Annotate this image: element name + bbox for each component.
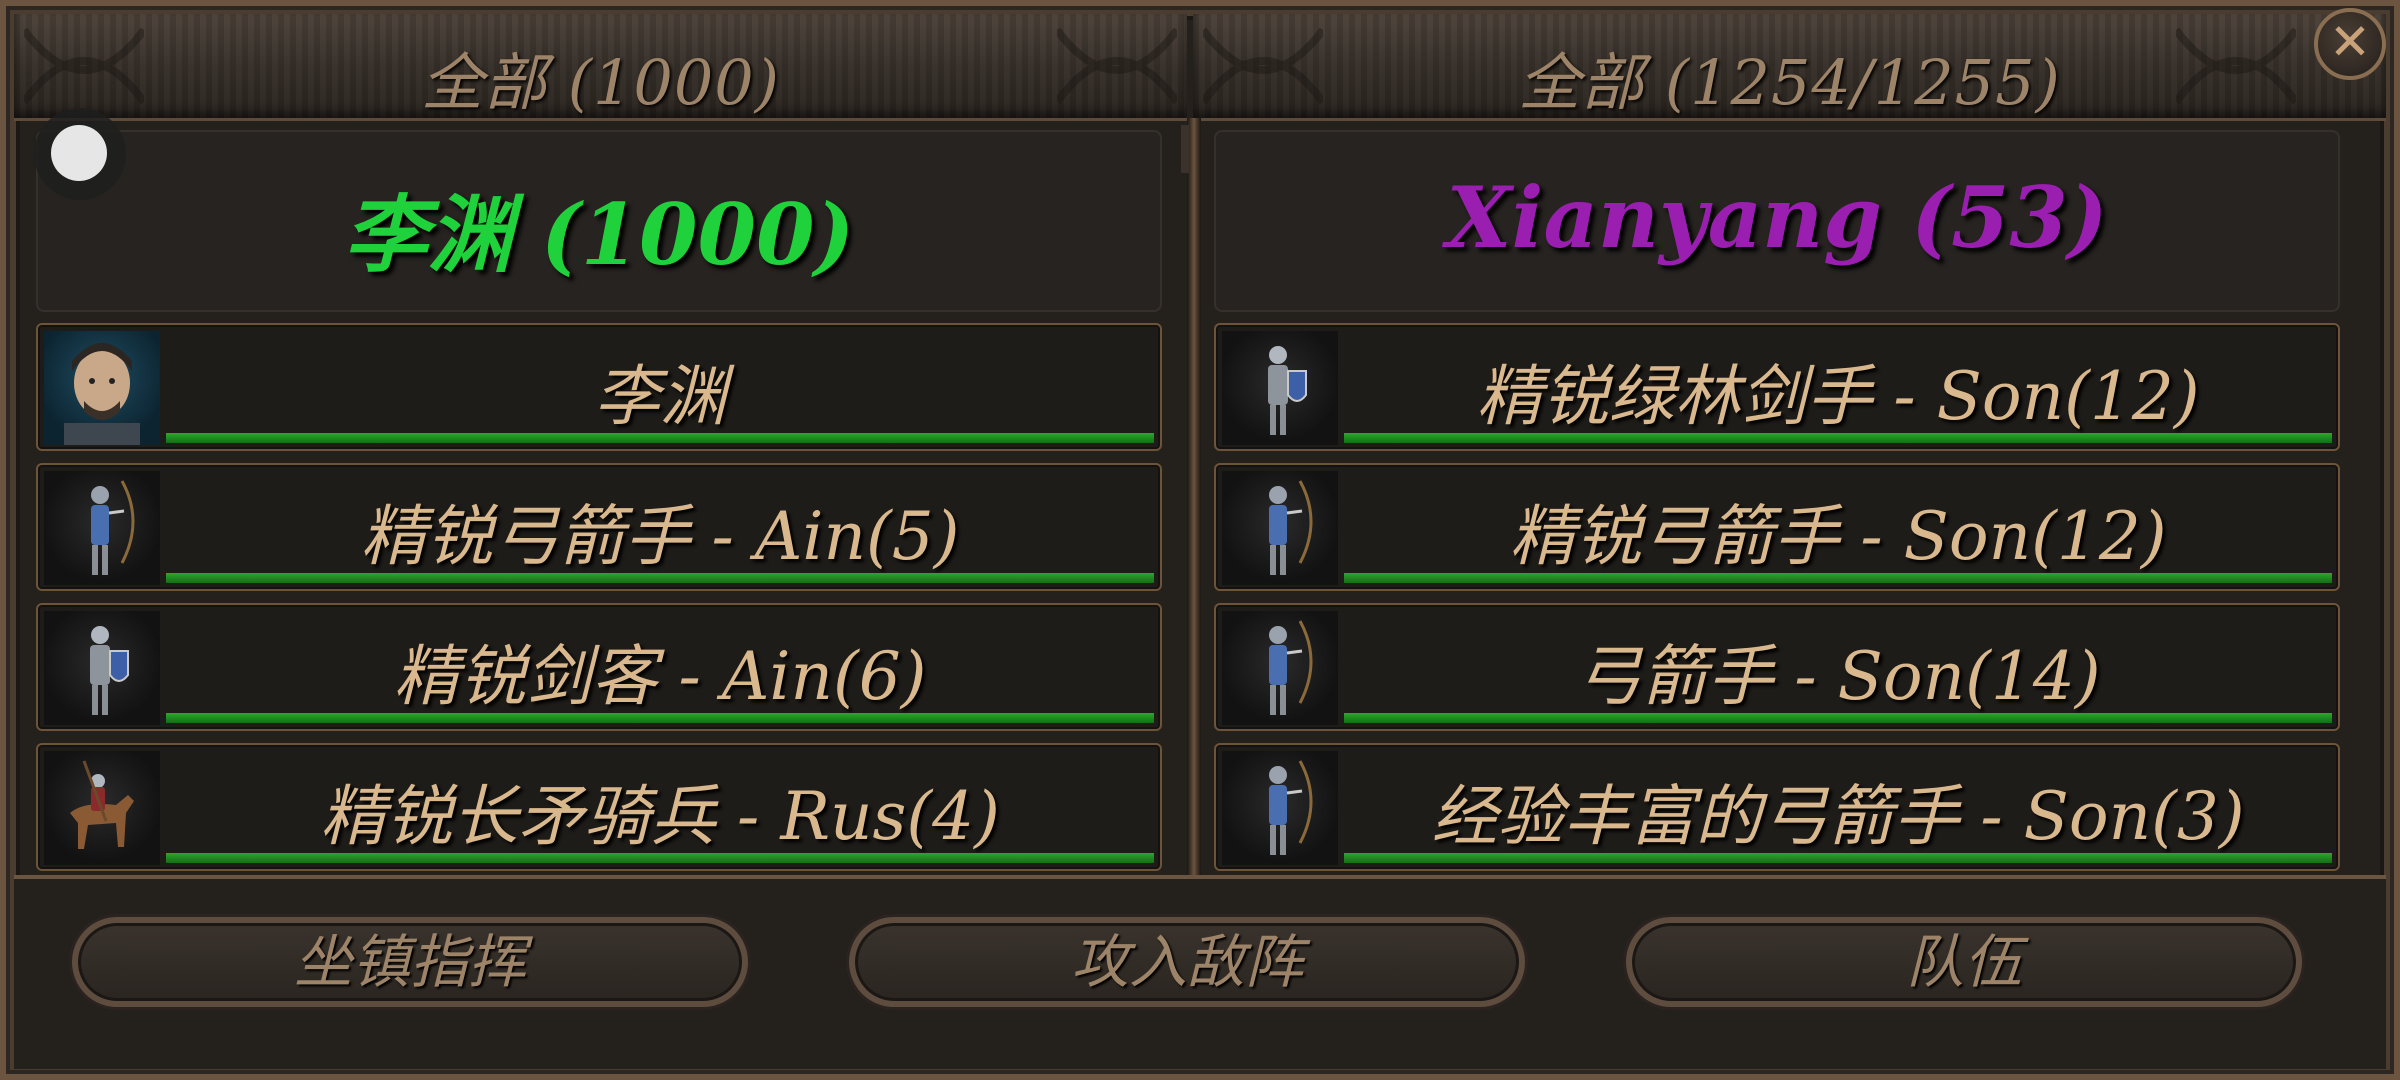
archer-icon (1222, 751, 1338, 865)
column-divider (1187, 118, 1201, 875)
unit-row[interactable]: 经验丰富的弓箭手 - Son(3) (1214, 743, 2340, 871)
health-bar (166, 853, 1154, 863)
right-army-panel: Xianyang (53) 精锐绿林剑手 - Son(12) 精锐弓箭手 - S… (1214, 130, 2340, 875)
health-bar (1344, 433, 2332, 443)
left-army-panel: 李渊 (1000) 李渊 精锐弓箭手 - Ain(5) 精锐剑客 - Ain(6… (36, 130, 1162, 875)
touch-indicator (34, 108, 126, 200)
health-bar (166, 713, 1154, 723)
unit-label: 经验丰富的弓箭手 - Son(3) (1431, 778, 2245, 855)
party-button[interactable]: 队伍 (1626, 917, 2302, 1007)
health-bar (1344, 853, 2332, 863)
close-icon: ✕ (2329, 13, 2371, 71)
scrollbar[interactable] (1181, 125, 1189, 173)
unit-label: 精锐弓箭手 - Son(12) (1509, 498, 2167, 575)
right-commander-name: Xianyang (53) (1446, 168, 2108, 267)
unit-label: 精锐弓箭手 - Ain(5) (360, 498, 960, 575)
lancer-icon (44, 751, 160, 865)
archer-icon (44, 471, 160, 585)
right-commander-box[interactable]: Xianyang (53) (1214, 130, 2340, 312)
left-header-bar: 全部 (1000) (14, 14, 1187, 121)
archer-icon (1222, 471, 1338, 585)
hold-command-button[interactable]: 坐镇指挥 (72, 917, 748, 1007)
hero-portrait-icon (44, 331, 160, 445)
close-button[interactable]: ✕ (2314, 8, 2386, 80)
action-bar: 坐镇指挥 攻入敌阵 队伍 (14, 875, 2386, 1069)
unit-row[interactable]: 精锐长矛骑兵 - Rus(4) (36, 743, 1162, 871)
archer-icon (1222, 611, 1338, 725)
attack-enemy-button[interactable]: 攻入敌阵 (849, 917, 1525, 1007)
health-bar (1344, 573, 2332, 583)
swordsman-icon (1222, 331, 1338, 445)
unit-row[interactable]: 李渊 (36, 323, 1162, 451)
left-army-total: 全部 (1000) (421, 46, 780, 119)
unit-label: 精锐绿林剑手 - Son(12) (1476, 358, 2200, 435)
unit-row[interactable]: 弓箭手 - Son(14) (1214, 603, 2340, 731)
unit-row[interactable]: 精锐弓箭手 - Ain(5) (36, 463, 1162, 591)
unit-label: 精锐剑客 - Ain(6) (393, 638, 927, 715)
left-commander-box[interactable]: 李渊 (1000) (36, 130, 1162, 312)
swordsman-icon (44, 611, 160, 725)
right-army-total: 全部 (1254/1255) (1518, 46, 2061, 119)
unit-row[interactable]: 精锐绿林剑手 - Son(12) (1214, 323, 2340, 451)
health-bar (166, 433, 1154, 443)
left-commander-name: 李渊 (1000) (343, 185, 855, 284)
right-header-bar: 全部 (1254/1255) (1193, 14, 2386, 121)
unit-label: 李渊 (594, 358, 726, 435)
health-bar (166, 573, 1154, 583)
unit-row[interactable]: 精锐剑客 - Ain(6) (36, 603, 1162, 731)
health-bar (1344, 713, 2332, 723)
unit-label: 精锐长矛骑兵 - Rus(4) (320, 778, 1000, 855)
unit-label: 弓箭手 - Son(14) (1575, 638, 2101, 715)
unit-row[interactable]: 精锐弓箭手 - Son(12) (1214, 463, 2340, 591)
